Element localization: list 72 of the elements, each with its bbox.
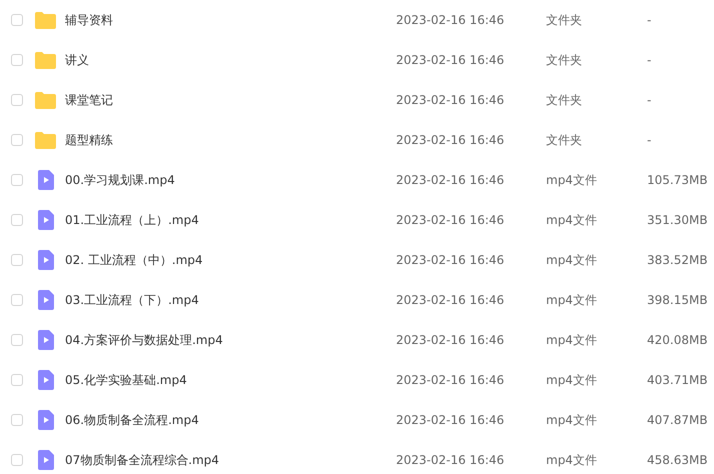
checkbox[interactable] [11,334,23,346]
file-name[interactable]: 课堂笔记 [65,92,396,108]
file-name[interactable]: 04.方案评价与数据处理.mp4 [65,332,396,348]
modified-time: 2023-02-16 16:46 [396,413,506,427]
file-name[interactable]: 01.工业流程（上）.mp4 [65,212,396,228]
folder-icon [35,12,56,28]
video-file-icon [38,250,54,270]
file-type: mp4文件 [546,212,598,228]
checkbox[interactable] [11,254,23,266]
file-name[interactable]: 题型精练 [65,132,396,148]
file-name[interactable]: 06.物质制备全流程.mp4 [65,412,396,428]
file-size: - [647,133,652,147]
checkbox[interactable] [11,14,23,26]
file-type: mp4文件 [546,172,598,188]
file-type: 文件夹 [546,92,583,108]
file-size: 398.15MB [647,293,709,307]
file-size: 420.08MB [647,333,709,347]
file-size: 383.52MB [647,253,709,267]
modified-time: 2023-02-16 16:46 [396,253,506,267]
checkbox[interactable] [11,94,23,106]
modified-time: 2023-02-16 16:46 [396,293,506,307]
checkbox[interactable] [11,214,23,226]
file-size: - [647,93,652,107]
file-size: - [647,53,652,67]
file-type: mp4文件 [546,252,598,268]
file-type: 文件夹 [546,52,583,68]
modified-time: 2023-02-16 16:46 [396,213,506,227]
modified-time: 2023-02-16 16:46 [396,173,506,187]
checkbox[interactable] [11,294,23,306]
folder-icon [35,132,56,148]
file-name[interactable]: 讲义 [65,52,396,68]
modified-time: 2023-02-16 16:46 [396,93,506,107]
file-type: mp4文件 [546,412,598,428]
file-type: mp4文件 [546,452,598,468]
file-size: 407.87MB [647,413,709,427]
modified-time: 2023-02-16 16:46 [396,133,506,147]
file-name[interactable]: 02. 工业流程（中）.mp4 [65,252,396,268]
modified-time: 2023-02-16 16:46 [396,333,506,347]
folder-icon [35,52,56,68]
file-type: 文件夹 [546,132,583,148]
checkbox[interactable] [11,134,23,146]
file-type: mp4文件 [546,292,598,308]
file-name[interactable]: 03.工业流程（下）.mp4 [65,292,396,308]
video-file-icon [38,410,54,430]
checkbox[interactable] [11,54,23,66]
file-name[interactable]: 05.化学实验基础.mp4 [65,372,396,388]
video-file-icon [38,450,54,470]
checkbox[interactable] [11,174,23,186]
file-size: - [647,13,652,27]
file-type: mp4文件 [546,372,598,388]
file-size: 458.63MB [647,453,709,467]
video-file-icon [38,370,54,390]
file-name[interactable]: 00.学习规划课.mp4 [65,172,396,188]
modified-time: 2023-02-16 16:46 [396,53,506,67]
video-file-icon [38,290,54,310]
checkbox[interactable] [11,374,23,386]
file-name[interactable]: 07物质制备全流程综合.mp4 [65,452,396,468]
modified-time: 2023-02-16 16:46 [396,13,506,27]
file-size: 403.71MB [647,373,709,387]
video-file-icon [38,330,54,350]
folder-icon [35,92,56,108]
checkbox[interactable] [11,414,23,426]
video-file-icon [38,210,54,230]
file-type: mp4文件 [546,332,598,348]
file-name[interactable]: 辅导资料 [65,12,396,28]
file-size: 105.73MB [647,173,709,187]
modified-time: 2023-02-16 16:46 [396,453,506,467]
checkbox[interactable] [11,454,23,466]
file-type: 文件夹 [546,12,583,28]
modified-time: 2023-02-16 16:46 [396,373,506,387]
video-file-icon [38,170,54,190]
file-size: 351.30MB [647,213,709,227]
